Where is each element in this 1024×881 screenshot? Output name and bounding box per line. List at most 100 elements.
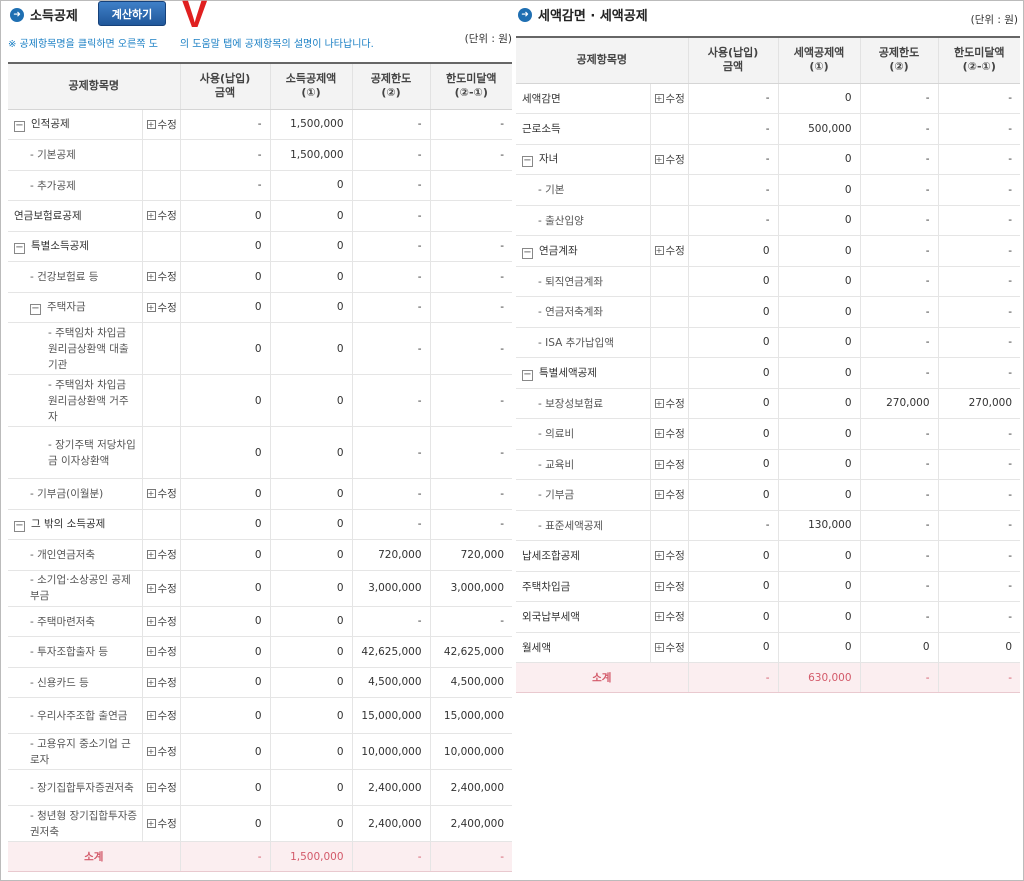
item-name-link[interactable]: - 고용유지 중소기업 근로자 (30, 738, 131, 766)
edit-button[interactable]: + 수정 (146, 117, 177, 132)
collapse-toggle-icon[interactable]: − (30, 304, 41, 316)
item-name-link[interactable]: - 주택임차 차입금 원리금상환액 대출기관 (48, 327, 129, 371)
table-row: 주택차입금 + 수정 0 0- - (516, 571, 1021, 602)
edit-button[interactable]: + 수정 (146, 780, 177, 795)
edit-button[interactable]: + 수정 (654, 396, 685, 411)
col-shortfall-cell: 720,000 (429, 539, 513, 571)
item-name-link[interactable]: - 퇴직연금계좌 (538, 276, 603, 288)
edit-button[interactable]: + 수정 (654, 152, 685, 167)
calculate-button[interactable]: 계산하기 (98, 1, 166, 26)
table-row: - 주택임차 차입금 원리금상환액 대출기관 0 0- - (8, 322, 513, 375)
item-name-link[interactable]: - 보장성보험료 (538, 398, 603, 410)
item-name-link[interactable]: 자녀 (539, 153, 558, 165)
edit-cell: + 수정 (141, 261, 181, 293)
edit-button[interactable]: + 수정 (654, 609, 685, 624)
item-name-link[interactable]: - 주택마련저축 (30, 616, 95, 628)
collapse-toggle-icon[interactable]: − (14, 121, 25, 133)
section-arrow-icon: ➜ (518, 8, 532, 22)
col-deduction-amount-cell: 0 (777, 327, 861, 358)
item-name-link[interactable]: - 추가공제 (30, 180, 76, 192)
item-name-link[interactable]: 근로소득 (522, 123, 561, 135)
item-name-link[interactable]: - 장기집합투자증권저축 (30, 782, 134, 794)
edit-button[interactable]: + 수정 (146, 708, 177, 723)
collapse-toggle-icon[interactable]: − (14, 243, 25, 255)
item-name-link[interactable]: 인적공제 (31, 118, 70, 130)
item-name-link[interactable]: 연금보험료공제 (14, 210, 82, 222)
item-name-link[interactable]: 특별소득공제 (31, 240, 89, 252)
edit-button[interactable]: + 수정 (654, 548, 685, 563)
item-name-link[interactable]: - 주택임차 차입금 원리금상환액 거주자 (48, 379, 129, 423)
edit-button[interactable]: + 수정 (654, 426, 685, 441)
collapse-toggle-icon[interactable]: − (522, 369, 533, 381)
item-name-link[interactable]: - 청년형 장기집합투자증권저축 (30, 810, 137, 838)
item-name-link[interactable]: 납세조합공제 (522, 550, 580, 562)
edit-button[interactable]: + 수정 (146, 581, 177, 596)
item-name-link[interactable]: 외국납부세액 (522, 611, 580, 623)
edit-button[interactable]: + 수정 (654, 487, 685, 502)
edit-button[interactable]: + 수정 (654, 91, 685, 106)
item-name-cell: - 건강보험료 등 (8, 261, 142, 293)
item-name-cell: 세액감면 (516, 83, 650, 114)
col-usage-amount-cell: 0 (179, 374, 271, 427)
item-name-link[interactable]: - ISA 추가납입액 (538, 337, 614, 349)
col-limit-cell: - (351, 170, 431, 201)
income-deduction-table: 공제항목명 사용(납입) 금액 소득공제액 (①) 공제한도 (②) 한도미달액 (②-… (8, 62, 513, 872)
edit-label: 수정 (665, 153, 685, 166)
edit-button[interactable]: + 수정 (146, 816, 177, 831)
item-name-link[interactable]: - 우리사주조합 출연금 (30, 710, 127, 722)
edit-button[interactable]: + 수정 (654, 640, 685, 655)
item-name-link[interactable]: 주택차입금 (522, 581, 570, 593)
item-name-link[interactable]: - 출산입양 (538, 215, 584, 227)
col-limit-cell: - (859, 235, 939, 267)
item-name-link[interactable]: - 기본공제 (30, 149, 76, 161)
item-name-link[interactable]: 특별세액공제 (539, 367, 597, 379)
item-name-link[interactable]: - 기본 (538, 184, 564, 196)
edit-button[interactable]: + 수정 (146, 300, 177, 315)
collapse-toggle-icon[interactable]: − (522, 247, 533, 259)
collapse-toggle-icon[interactable]: − (14, 521, 25, 533)
item-name-link[interactable]: - 표준세액공제 (538, 520, 603, 532)
edit-button[interactable]: + 수정 (654, 579, 685, 594)
col-usage-amount-cell: 0 (687, 632, 779, 663)
item-name-link[interactable]: - 소기업·소상공인 공제부금 (30, 574, 131, 602)
edit-button[interactable]: + 수정 (654, 457, 685, 472)
item-name-link[interactable]: 그 밖의 소득공제 (31, 518, 105, 530)
item-name-link[interactable]: - 건강보험료 등 (30, 271, 98, 283)
col-usage-amount-cell: 0 (687, 479, 779, 511)
col-usage-amount-cell: 0 (179, 733, 271, 770)
item-name-link[interactable]: - 연금저축계좌 (538, 306, 603, 318)
item-name-link[interactable]: - 기부금(이월분) (30, 488, 103, 500)
col-deduction-amount-cell: 0 (269, 478, 353, 510)
item-name-link[interactable]: - 투자조합출자 등 (30, 646, 108, 658)
edit-label: 수정 (665, 550, 685, 563)
item-name-link[interactable]: - 교육비 (538, 459, 574, 471)
table-row: - 기부금(이월분) + 수정 0 0- - (8, 478, 513, 510)
edit-button[interactable]: + 수정 (146, 547, 177, 562)
item-name-link[interactable]: 월세액 (522, 642, 551, 654)
edit-button[interactable]: + 수정 (146, 486, 177, 501)
table-row: - 주택마련저축 + 수정 0 0- - (8, 606, 513, 637)
collapse-toggle-icon[interactable]: − (522, 156, 533, 168)
section-arrow-icon: ➜ (10, 8, 24, 22)
item-name-link[interactable]: - 개인연금저축 (30, 549, 95, 561)
edit-button[interactable]: + 수정 (146, 269, 177, 284)
item-name-link[interactable]: 세액감면 (522, 93, 561, 105)
edit-button[interactable]: + 수정 (146, 644, 177, 659)
col-shortfall-header: 한도미달액 (②-①) (429, 62, 513, 110)
item-name-link[interactable]: 주택자금 (47, 301, 86, 313)
edit-button[interactable]: + 수정 (146, 208, 177, 223)
item-name-link[interactable]: - 장기주택 저당차입금 이자상환액 (48, 439, 136, 467)
item-name-link[interactable]: - 의료비 (538, 428, 574, 440)
item-name-link[interactable]: 연금계좌 (539, 245, 578, 257)
item-name-link[interactable]: - 기부금 (538, 489, 574, 501)
edit-button[interactable]: + 수정 (146, 744, 177, 759)
col-limit-cell: 42,625,000 (351, 636, 431, 668)
edit-button[interactable]: + 수정 (146, 675, 177, 690)
col-item-name-header: 공제항목명 (516, 36, 689, 84)
edit-button[interactable]: + 수정 (146, 614, 177, 629)
item-name-cell: - 기본 (516, 174, 650, 206)
col-deduction-amount-cell: 0 (269, 697, 353, 734)
col-limit-cell: - (859, 83, 939, 114)
item-name-link[interactable]: - 신용카드 등 (30, 677, 89, 689)
edit-button[interactable]: + 수정 (654, 243, 685, 258)
